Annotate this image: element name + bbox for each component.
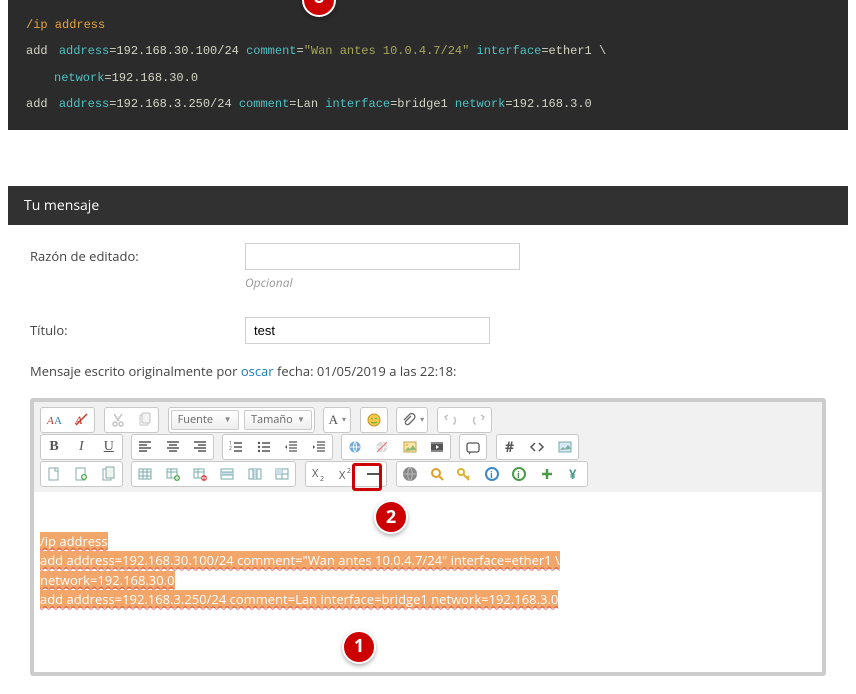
bold-button[interactable]: B — [42, 436, 66, 458]
table-row-icon[interactable] — [215, 463, 239, 485]
title-input[interactable] — [245, 317, 490, 344]
globe-grey-icon[interactable] — [398, 463, 422, 485]
font-size-select[interactable]: Tamaño▼ — [244, 410, 312, 430]
title-label: Título: — [30, 317, 245, 339]
key-icon[interactable] — [452, 463, 476, 485]
editor-content[interactable]: /ip address add address=192.168.30.100/2… — [34, 492, 822, 672]
link-icon[interactable] — [343, 436, 367, 458]
author-link[interactable]: oscar — [241, 362, 274, 380]
table-icon[interactable] — [133, 463, 157, 485]
outdent-icon[interactable] — [279, 436, 303, 458]
reason-hint: Opcional — [245, 274, 520, 291]
step-badge-2: 2 — [374, 500, 408, 534]
info-blue-icon[interactable]: i — [480, 463, 504, 485]
selected-code-text: /ip address add address=192.168.30.100/2… — [40, 532, 560, 609]
page-new-icon[interactable] — [42, 463, 66, 485]
unlink-icon[interactable] — [370, 436, 394, 458]
search-icon[interactable] — [425, 463, 449, 485]
code-block: 3 /ip address add address=192.168.30.100… — [8, 0, 848, 130]
plus-green-icon[interactable] — [535, 463, 559, 485]
svg-text:2: 2 — [347, 467, 351, 476]
info-green-icon[interactable]: i — [507, 463, 531, 485]
cut-icon[interactable] — [106, 409, 130, 431]
image2-icon[interactable] — [553, 436, 577, 458]
italic-button[interactable]: I — [69, 436, 93, 458]
underline-button[interactable]: U — [97, 436, 121, 458]
section-header: Tu mensaje — [8, 186, 848, 225]
reason-input[interactable] — [245, 243, 520, 270]
svg-text:#: # — [505, 439, 514, 455]
align-right-icon[interactable] — [188, 436, 212, 458]
table-delete-icon[interactable] — [188, 463, 212, 485]
image-icon[interactable] — [398, 436, 422, 458]
svg-text:2: 2 — [229, 446, 232, 452]
svg-text:i: i — [490, 468, 493, 481]
table-add-icon[interactable] — [161, 463, 185, 485]
code-icon[interactable] — [525, 436, 549, 458]
align-left-icon[interactable] — [133, 436, 157, 458]
svg-text:2: 2 — [320, 475, 324, 482]
step-badge-1: 1 — [342, 630, 376, 664]
page-copy-icon[interactable] — [97, 463, 121, 485]
table-col-icon[interactable] — [243, 463, 267, 485]
hash-icon[interactable]: # — [498, 436, 522, 458]
svg-text:A: A — [46, 415, 54, 427]
subscript-icon[interactable]: X2 — [307, 463, 331, 485]
editor-toolbar: AA A Fuen — [34, 402, 822, 492]
align-center-icon[interactable] — [161, 436, 185, 458]
unordered-list-icon[interactable] — [252, 436, 276, 458]
quote-icon[interactable] — [461, 436, 485, 458]
original-message-meta: Mensaje escrito originalmente por oscar … — [30, 362, 826, 394]
remove-format-icon[interactable]: A — [69, 409, 93, 431]
svg-text:i: i — [517, 468, 520, 481]
reason-label: Razón de editado: — [30, 243, 245, 265]
copy-icon[interactable] — [133, 409, 157, 431]
svg-text:¥: ¥ — [569, 466, 577, 482]
font-color-dropdown[interactable]: A▾ — [325, 409, 349, 431]
undo-icon[interactable] — [439, 409, 463, 431]
code-text: /ip address — [26, 18, 105, 32]
redo-icon[interactable] — [466, 409, 490, 431]
smiley-icon[interactable] — [362, 409, 386, 431]
svg-text:A: A — [54, 415, 62, 427]
hr-icon[interactable] — [361, 463, 385, 485]
ordered-list-icon[interactable]: 12 — [224, 436, 248, 458]
svg-text:X: X — [339, 468, 346, 482]
indent-icon[interactable] — [307, 436, 331, 458]
rich-text-editor: AA A Fuen — [30, 398, 826, 676]
superscript-icon[interactable]: X2 — [334, 463, 358, 485]
video-icon[interactable] — [425, 436, 449, 458]
page-add-icon[interactable] — [69, 463, 93, 485]
text-color-icon[interactable]: AA — [42, 409, 66, 431]
yen-icon[interactable]: ¥ — [562, 463, 586, 485]
table-merge-icon[interactable] — [270, 463, 294, 485]
attachment-icon[interactable]: ▾ — [398, 409, 426, 431]
svg-text:X: X — [312, 466, 319, 481]
form-section: Tu mensaje Razón de editado: Opcional Tí… — [8, 186, 848, 694]
font-family-select[interactable]: Fuente▼ — [171, 410, 239, 430]
